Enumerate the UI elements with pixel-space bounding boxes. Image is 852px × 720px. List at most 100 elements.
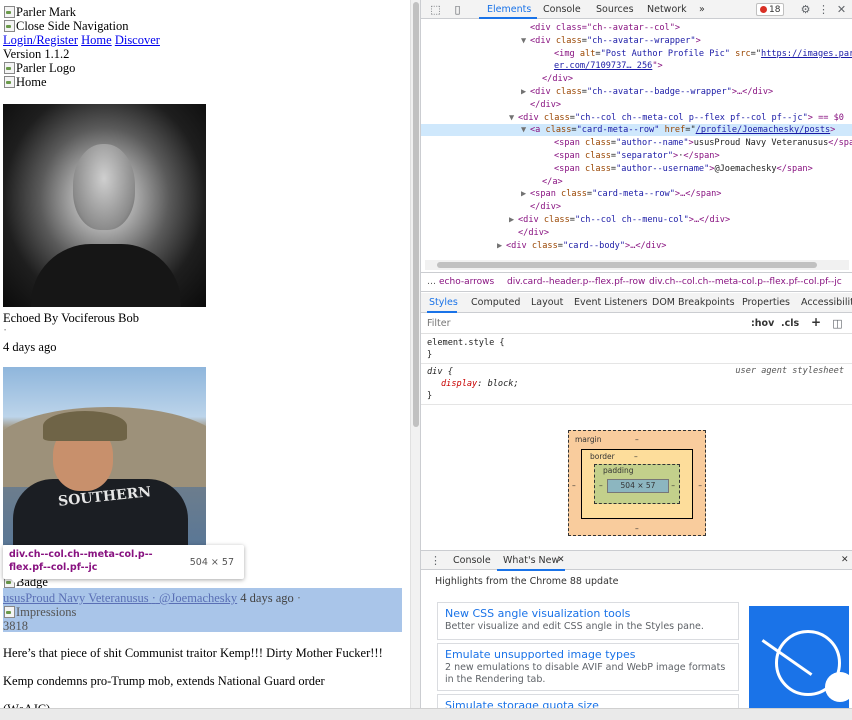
- tab-network[interactable]: Network: [647, 4, 687, 15]
- dot-separator: ·: [3, 323, 8, 337]
- tab-computed[interactable]: Computed: [471, 297, 520, 308]
- author-name: ususProud Navy Veteranusus: [3, 591, 149, 605]
- breadcrumb-meta-col[interactable]: div.ch--col.ch--meta-col.p--flex.pf--col…: [649, 277, 842, 287]
- whats-new-card[interactable]: Emulate unsupported image types 2 new em…: [437, 643, 739, 691]
- discover-link[interactable]: Discover: [115, 33, 160, 47]
- dom-node-line[interactable]: ▼ <a class="card-meta--row" href="/profil…: [521, 124, 835, 136]
- elements-horizontal-scrollbar[interactable]: [425, 260, 849, 270]
- parler-mark-image: Parler Mark: [3, 5, 76, 19]
- box-model-content: 504 × 57: [607, 479, 669, 493]
- breadcrumb-ellipsis[interactable]: …: [427, 277, 436, 287]
- dom-node-line[interactable]: ▶ <div class="card--body">…</div>: [497, 240, 666, 252]
- impressions-image: Impressions: [3, 605, 76, 619]
- close-devtools-icon[interactable]: ✕: [835, 3, 848, 16]
- home-link[interactable]: Home: [81, 33, 112, 47]
- window-horizontal-scrollbar[interactable]: [0, 708, 852, 720]
- login-register-link[interactable]: Login/Register: [3, 33, 78, 47]
- card-title[interactable]: New CSS angle visualization tools: [445, 607, 731, 621]
- broken-image-icon: [3, 61, 15, 74]
- devtools-toolbar: ⬚ ▯ Elements Console Sources Network » 1…: [421, 0, 852, 19]
- element-inspect-tooltip: div.ch--col.ch--meta-col.p--flex.pf--col…: [3, 545, 244, 584]
- new-rule-button[interactable]: +: [811, 315, 821, 329]
- close-side-nav-image[interactable]: Close Side Navigation: [3, 19, 129, 33]
- post-author-profile-photo[interactable]: SOUTHERN: [3, 367, 206, 545]
- tab-elements[interactable]: Elements: [487, 4, 531, 15]
- card-title[interactable]: Emulate unsupported image types: [445, 648, 731, 662]
- display-declaration[interactable]: display: block;: [441, 378, 519, 390]
- tab-console[interactable]: Console: [543, 4, 581, 15]
- dom-node-line[interactable]: ▶ <div class="ch--avatar--badge--wrapper"…: [521, 86, 773, 98]
- dom-node-line[interactable]: <span class="author--name">ususProud Nav…: [545, 137, 852, 149]
- box-model-diagram[interactable]: margin – – – – border – padding – – 504 …: [568, 430, 706, 536]
- tab-dom-breakpoints[interactable]: DOM Breakpoints: [652, 297, 735, 308]
- error-icon: [760, 6, 767, 13]
- tab-properties[interactable]: Properties: [742, 297, 790, 308]
- broken-image-icon: [3, 605, 15, 618]
- tab-accessibility[interactable]: Accessibility: [801, 297, 852, 308]
- whats-new-card[interactable]: New CSS angle visualization tools Better…: [437, 602, 739, 640]
- tab-sources[interactable]: Sources: [596, 4, 634, 15]
- card-description: Better visualize and edit CSS angle in t…: [445, 621, 704, 632]
- tab-styles[interactable]: Styles: [429, 297, 458, 308]
- device-toolbar-icon[interactable]: ▯: [451, 3, 464, 16]
- dom-node-line[interactable]: ▼ <div class="ch--col ch--meta-col p--fle…: [509, 112, 844, 124]
- breadcrumb-echo-arrows[interactable]: echo-arrows: [439, 277, 494, 287]
- post-time-ago: 4 days ago: [240, 591, 294, 605]
- styles-filter-input[interactable]: [427, 317, 627, 330]
- whats-new-heading: Highlights from the Chrome 88 update: [435, 576, 619, 587]
- tooltip-size: 504 × 57: [189, 557, 234, 568]
- page-scrollbar-thumb[interactable]: [413, 2, 419, 427]
- expand-arrow-icon: ▶: [521, 87, 527, 97]
- tab-layout[interactable]: Layout: [531, 297, 563, 308]
- error-count-badge[interactable]: 18: [756, 3, 785, 16]
- post-link-headline[interactable]: Kemp condemns pro-Trump mob, extends Nat…: [3, 674, 325, 688]
- dom-node-line[interactable]: er.com/7109737… 256">: [545, 60, 663, 72]
- dom-node-line[interactable]: ▶ <div class="ch--col ch--menu-col">…</di…: [509, 214, 730, 226]
- expand-arrow-icon: ▶: [509, 215, 515, 225]
- box-model-border: border – padding – – 504 × 57: [581, 449, 693, 519]
- div-rule-selector[interactable]: div {: [427, 366, 453, 378]
- home-image[interactable]: Home: [3, 75, 47, 89]
- broken-image-icon: [3, 5, 15, 18]
- page-scrollbar[interactable]: [410, 0, 420, 720]
- echoer-profile-photo[interactable]: [3, 104, 206, 307]
- dom-node-line[interactable]: </div>: [509, 227, 549, 239]
- settings-gear-icon[interactable]: ⚙: [799, 3, 812, 16]
- element-style-rule[interactable]: element.style {: [427, 337, 505, 349]
- dom-node-line[interactable]: <span class="separator">·</span>: [545, 150, 720, 162]
- inspect-element-icon[interactable]: ⬚: [429, 3, 442, 16]
- dom-node-line[interactable]: <div class="ch--avatar--col">: [521, 22, 680, 34]
- close-whats-new-icon[interactable]: ✕: [557, 555, 565, 565]
- more-tabs-icon[interactable]: »: [699, 4, 705, 15]
- webpage-viewport: Parler Mark Close Side Navigation Login/…: [0, 0, 410, 720]
- author-profile-link[interactable]: ususProud Navy Veteranusus · @Joemachesk…: [3, 591, 237, 605]
- dom-node-line[interactable]: </div>: [521, 99, 561, 111]
- hover-state-toggle[interactable]: :hov: [751, 318, 774, 329]
- drawer-tab-whats-new[interactable]: What's New: [503, 555, 559, 566]
- more-options-icon[interactable]: ⋮: [817, 3, 830, 16]
- expand-arrow-icon: ▼: [521, 35, 527, 46]
- broken-image-icon: [3, 75, 15, 88]
- tab-event-listeners[interactable]: Event Listeners: [574, 297, 647, 308]
- dom-node-line[interactable]: <span class="author--username">@Joemache…: [545, 163, 813, 175]
- toggle-sidebar-icon[interactable]: ◫: [831, 317, 844, 330]
- drawer-tab-console[interactable]: Console: [453, 555, 491, 566]
- div-rule-close: }: [427, 391, 433, 401]
- drawer-menu-icon[interactable]: ⋮: [429, 554, 442, 567]
- dom-node-line[interactable]: ▼ <div class="ch--avatar--wrapper">: [521, 35, 701, 47]
- dom-breadcrumb: … echo-arrows div.card--header.p--flex.p…: [421, 272, 852, 292]
- dom-node-line[interactable]: <img alt="Post Author Profile Pic" src="…: [545, 48, 852, 60]
- card-meta-row[interactable]: ususProud Navy Veteranusus · @Joemachesk…: [3, 591, 301, 605]
- class-toggle[interactable]: .cls: [781, 318, 799, 329]
- elements-tree[interactable]: <div class="ch--avatar--col"> ▼ <div class…: [421, 20, 852, 260]
- border-label: border: [590, 452, 615, 461]
- breadcrumb-card-header[interactable]: div.card--header.p--flex.pf--row: [507, 277, 645, 287]
- expand-arrow-icon: ▶: [521, 189, 527, 200]
- close-drawer-icon[interactable]: ✕: [841, 555, 849, 565]
- styles-tabbar: Styles Computed Layout Event Listeners D…: [421, 293, 852, 313]
- dom-node-line[interactable]: </div>: [533, 73, 573, 85]
- margin-label: margin: [575, 435, 602, 444]
- dom-node-line[interactable]: ▶ <span class="card-meta--row">…</span>: [521, 188, 721, 200]
- dom-node-line[interactable]: </a>: [533, 176, 563, 188]
- dom-node-line[interactable]: </div>: [521, 201, 561, 213]
